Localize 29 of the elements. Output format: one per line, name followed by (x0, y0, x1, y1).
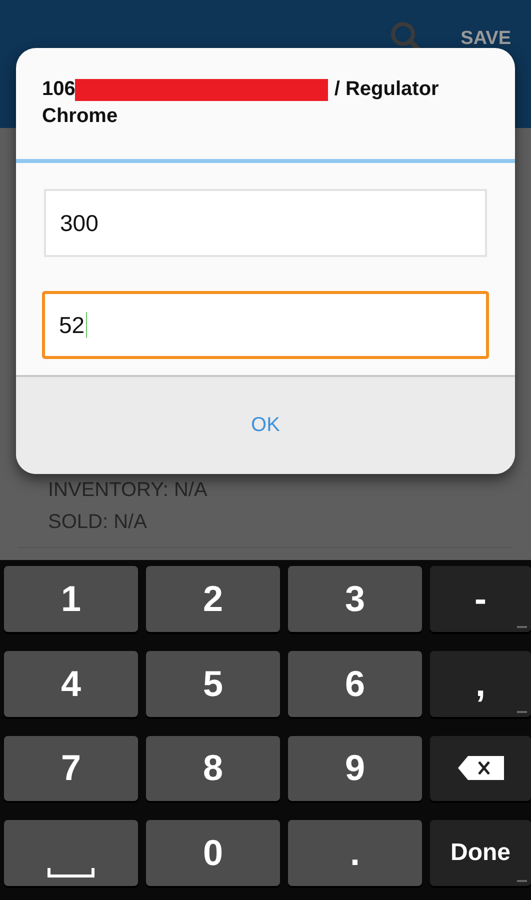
digit-key[interactable]: 4 (4, 650, 138, 716)
digit-key[interactable]: 5 (146, 650, 280, 716)
space-bar-icon (47, 868, 95, 878)
digit-key[interactable]: 0 (146, 820, 280, 886)
input-field[interactable]: 52 (42, 291, 489, 359)
digit-key[interactable]: 2 (146, 566, 280, 632)
detail-text: INVENTORY: N/A (48, 478, 208, 503)
digit-key[interactable]: 7 (4, 736, 138, 802)
dialog-title: / Regulator (334, 77, 439, 102)
save-button[interactable]: SAVE (460, 22, 511, 56)
field-value: 52 (59, 312, 85, 338)
dialog-title: Chrome (42, 104, 118, 129)
backspace-icon (458, 756, 504, 780)
done-key[interactable]: Done (430, 820, 531, 886)
digit-key[interactable]: 6 (288, 650, 422, 716)
detail-text: SOLD: N/A (48, 510, 147, 535)
digit-key[interactable]: 9 (288, 736, 422, 802)
digit-key[interactable]: . (288, 820, 422, 886)
field-value: 300 (60, 210, 98, 236)
backspace-key[interactable] (430, 736, 531, 802)
space-key[interactable] (4, 820, 138, 886)
input-field[interactable]: 300 (44, 189, 487, 257)
symbol-key[interactable]: - (430, 566, 531, 632)
symbol-key[interactable]: , (430, 650, 531, 716)
dialog-title: 106 (42, 77, 76, 102)
digit-key[interactable]: 1 (4, 566, 138, 632)
digit-key[interactable]: 8 (146, 736, 280, 802)
digit-key[interactable]: 3 (288, 566, 422, 632)
text-cursor (86, 312, 87, 338)
